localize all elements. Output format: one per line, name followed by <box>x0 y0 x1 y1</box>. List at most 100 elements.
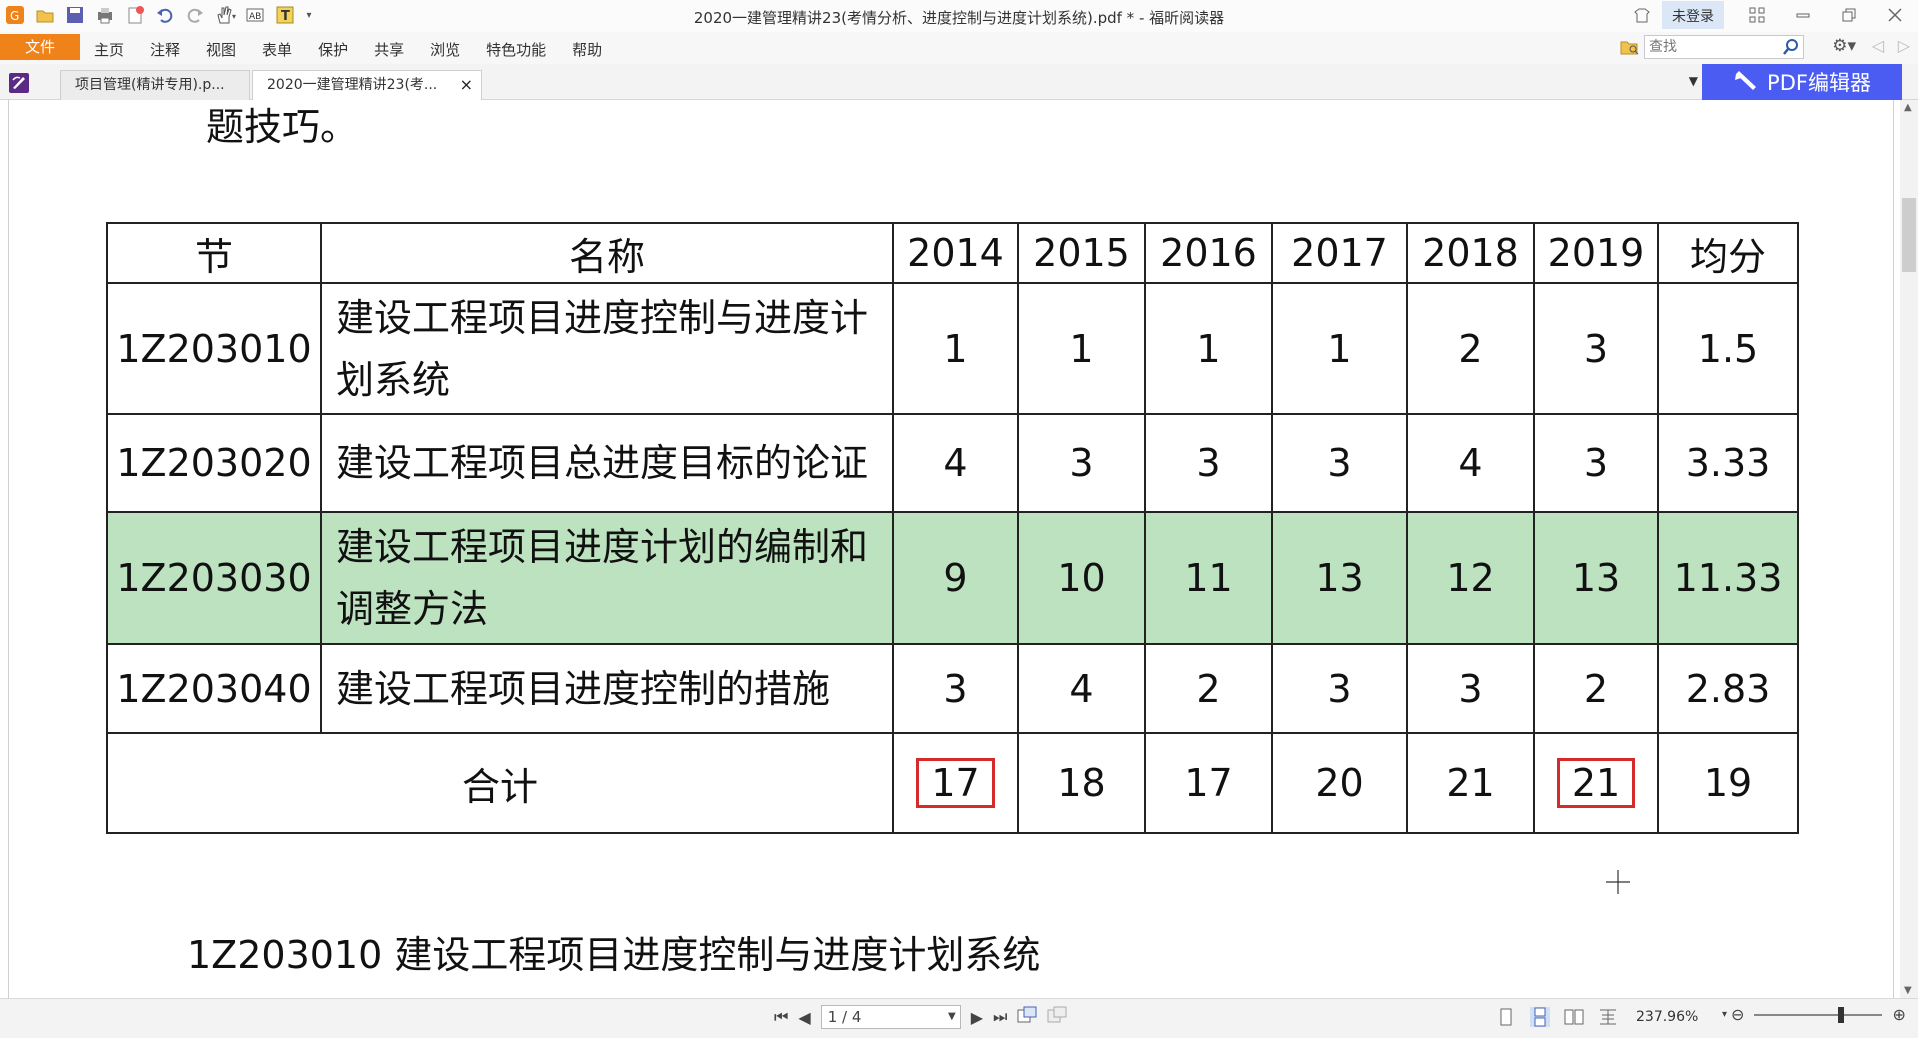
section-name: 建设工程项目进度计划的编制和调整方法 <box>320 511 894 645</box>
close-tab-icon[interactable]: × <box>460 71 473 99</box>
page-dropdown-icon[interactable]: ▼ <box>948 1006 956 1028</box>
score-cell: 1 <box>1144 282 1273 415</box>
continuous-page-icon[interactable] <box>1530 1007 1550 1027</box>
score-cell: 2 <box>1406 282 1535 415</box>
scroll-down-icon[interactable]: ▼ <box>1904 985 1912 996</box>
next-view-icon[interactable] <box>1047 1006 1067 1028</box>
folder-search-icon[interactable] <box>1620 37 1640 61</box>
score-cell: 3 <box>1533 413 1659 513</box>
table-row: 1Z203020 建设工程项目总进度目标的论证 4 3 3 3 4 3 3.33 <box>106 413 1799 513</box>
menu-view[interactable]: 视图 <box>206 39 236 60</box>
menu-home[interactable]: 主页 <box>94 39 124 60</box>
table-row-highlighted: 1Z203030 建设工程项目进度计划的编制和调整方法 9 10 11 13 1… <box>106 511 1799 645</box>
skin-icon[interactable] <box>1622 0 1662 30</box>
total-cell-boxed: 17 <box>892 732 1019 834</box>
total-cell: 21 <box>1406 732 1535 834</box>
table-header: 2016 <box>1144 222 1273 284</box>
total-cell: 20 <box>1271 732 1408 834</box>
menu-items: 主页 注释 视图 表单 保护 共享 浏览 特色功能 帮助 <box>94 39 628 60</box>
score-cell: 3 <box>1406 643 1535 734</box>
table-header: 节 <box>106 222 322 284</box>
menu-browse[interactable]: 浏览 <box>430 39 460 60</box>
score-cell: 11 <box>1144 511 1273 645</box>
restore-icon[interactable] <box>1826 0 1872 30</box>
section-name: 建设工程项目进度控制的措施 <box>320 643 894 734</box>
menu-form[interactable]: 表单 <box>262 39 292 60</box>
menu-file[interactable]: 文件 <box>0 34 80 60</box>
menu-share[interactable]: 共享 <box>374 39 404 60</box>
score-cell: 4 <box>1017 643 1146 734</box>
section-code: 1Z203040 <box>106 643 322 734</box>
pen-icon <box>1735 71 1757 90</box>
search-box <box>1644 35 1804 59</box>
score-cell: 1 <box>1017 282 1146 415</box>
document-viewport[interactable]: 题技巧。 节 名称 2014 2015 2016 2017 2018 2019 … <box>0 100 1918 998</box>
score-cell: 3 <box>1144 413 1273 513</box>
total-cell: 17 <box>1144 732 1273 834</box>
page-number-field[interactable]: 1 / 4 ▼ <box>820 1005 961 1029</box>
login-button[interactable]: 未登录 <box>1662 1 1724 29</box>
menu-comment[interactable]: 注释 <box>150 39 180 60</box>
score-cell: 1 <box>1271 282 1408 415</box>
first-page-icon[interactable]: ⏮ <box>774 1007 788 1027</box>
score-cell: 3 <box>1271 413 1408 513</box>
table-row: 1Z203040 建设工程项目进度控制的措施 3 4 2 3 3 2 2.83 <box>106 643 1799 734</box>
window-controls: 未登录 <box>1622 0 1918 30</box>
scroll-up-icon[interactable]: ▲ <box>1904 102 1912 113</box>
facing-pages-icon[interactable] <box>1564 1007 1584 1027</box>
total-label: 合计 <box>106 732 894 834</box>
section-code: 1Z203010 <box>106 282 322 415</box>
search-icon[interactable] <box>1782 38 1800 60</box>
minimize-icon[interactable] <box>1780 0 1826 30</box>
zoom-controls: ▾ ⊖ ⊕ <box>1722 1005 1906 1024</box>
next-page-icon[interactable]: ▶ <box>971 1008 983 1027</box>
section-name: 建设工程项目进度控制与进度计划系统 <box>320 282 894 415</box>
back-arrow-icon[interactable]: ◁ <box>1872 36 1884 55</box>
section-heading: 1Z203010 建设工程项目进度控制与进度计划系统 <box>187 933 1041 977</box>
total-cell: 18 <box>1017 732 1146 834</box>
red-box-annotation: 17 <box>916 758 995 808</box>
table-header: 2019 <box>1533 222 1659 284</box>
average-cell: 11.33 <box>1657 511 1799 645</box>
scrollbar-thumb[interactable] <box>1902 198 1916 272</box>
tab-label: 2020一建管理精讲23(考... <box>267 77 438 93</box>
title-bar: G ▾ AB T ▾ 2020一建管理精讲23(考情分析、进度控制与进度计划系统… <box>0 0 1918 32</box>
total-cell: 19 <box>1657 732 1799 834</box>
previous-page-icon[interactable]: ◀ <box>798 1008 810 1027</box>
previous-view-icon[interactable] <box>1017 1006 1037 1028</box>
pdf-editor-button[interactable]: PDF编辑器 <box>1702 64 1902 100</box>
score-cell: 10 <box>1017 511 1146 645</box>
search-input[interactable] <box>1645 36 1771 58</box>
menu-help[interactable]: 帮助 <box>572 39 602 60</box>
vertical-scrollbar[interactable]: ▲ ▼ <box>1900 100 1918 998</box>
zoom-slider-handle[interactable] <box>1838 1006 1845 1023</box>
table-header: 2018 <box>1406 222 1535 284</box>
fullscreen-icon[interactable] <box>1734 0 1780 30</box>
zoom-slider[interactable] <box>1754 1006 1883 1023</box>
menu-protect[interactable]: 保护 <box>318 39 348 60</box>
table-header: 2017 <box>1271 222 1408 284</box>
score-cell: 3 <box>1017 413 1146 513</box>
section-code: 1Z203020 <box>106 413 322 513</box>
zoom-level[interactable]: 237.96% <box>1636 1009 1698 1025</box>
tab-label: 项目管理(精讲专用).p... <box>75 77 225 93</box>
last-page-icon[interactable]: ⏭ <box>993 1007 1007 1027</box>
table-header: 2015 <box>1017 222 1146 284</box>
page-layout-controls <box>1496 1007 1618 1027</box>
zoom-out-icon[interactable]: ⊖ <box>1731 1005 1744 1024</box>
score-cell: 12 <box>1406 511 1535 645</box>
section-code: 1Z203030 <box>106 511 322 645</box>
single-page-icon[interactable] <box>1496 1007 1516 1027</box>
tab-list-dropdown-icon[interactable]: ▼ <box>1689 74 1698 88</box>
gear-icon[interactable]: ⚙▾ <box>1832 36 1856 56</box>
close-window-icon[interactable] <box>1872 0 1918 30</box>
zoom-in-icon[interactable]: ⊕ <box>1892 1005 1905 1024</box>
menu-special-features[interactable]: 特色功能 <box>486 39 546 60</box>
score-cell: 2 <box>1144 643 1273 734</box>
continuous-facing-icon[interactable] <box>1598 1007 1618 1027</box>
zoom-dropdown-icon[interactable]: ▾ <box>1722 1009 1727 1020</box>
table-header-row: 节 名称 2014 2015 2016 2017 2018 2019 均分 <box>106 222 1799 284</box>
forward-arrow-icon[interactable]: ▷ <box>1898 36 1910 55</box>
total-cell-boxed: 21 <box>1533 732 1659 834</box>
page-right-edge <box>1893 100 1894 998</box>
